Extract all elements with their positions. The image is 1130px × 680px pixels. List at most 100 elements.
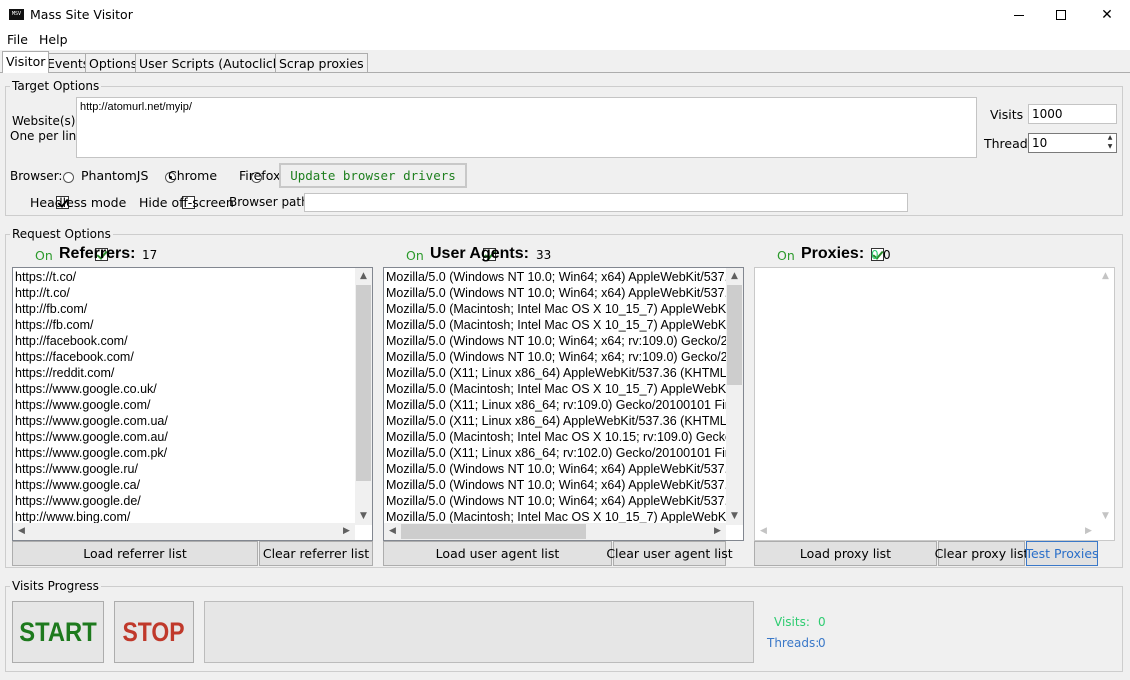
list-item[interactable]: Mozilla/5.0 (X11; Linux x86_64; rv:109.0… — [384, 397, 726, 413]
list-item[interactable]: Mozilla/5.0 (Macintosh; Intel Mac OS X 1… — [384, 301, 726, 317]
list-item[interactable]: http://facebook.com/ — [13, 333, 372, 349]
scroll-up-icon[interactable]: ▲ — [355, 268, 372, 285]
test-proxies-button[interactable]: Test Proxies — [1025, 541, 1099, 566]
referrers-hscrollbar[interactable]: ◀ ▶ — [13, 523, 355, 540]
spin-up-icon[interactable]: ▲ — [1104, 134, 1116, 143]
start-label: START — [19, 616, 97, 647]
minimize-button[interactable] — [996, 0, 1042, 30]
clear-proxy-list-button[interactable]: Clear proxy list — [935, 541, 1028, 566]
list-item[interactable]: Mozilla/5.0 (Windows NT 10.0; Win64; x64… — [384, 461, 726, 477]
start-button[interactable]: START — [12, 601, 104, 663]
list-item[interactable]: http://t.co/ — [13, 285, 372, 301]
browser-path-input[interactable] — [304, 193, 908, 212]
scroll-down-icon[interactable]: ▼ — [355, 508, 372, 525]
menu-file[interactable]: File — [7, 32, 28, 47]
list-item[interactable]: Mozilla/5.0 (Windows NT 10.0; Win64; x64… — [384, 493, 726, 509]
threads-spin-buttons[interactable]: ▲ ▼ — [1104, 134, 1116, 152]
list-item[interactable]: Mozilla/5.0 (Macintosh; Intel Mac OS X 1… — [384, 317, 726, 333]
scroll-right-icon[interactable]: ▶ — [338, 523, 355, 540]
referrers-on-label: On — [35, 248, 53, 263]
tab-options[interactable]: Options — [85, 53, 142, 73]
referrers-list[interactable]: https://t.co/http://t.co/http://fb.com/h… — [12, 267, 373, 541]
user-agents-hscrollbar[interactable]: ◀ ▶ — [384, 523, 726, 540]
list-item[interactable]: https://www.google.de/ — [13, 493, 372, 509]
scroll-up-icon[interactable]: ▲ — [726, 268, 743, 285]
scroll-left-icon[interactable]: ◀ — [384, 523, 401, 540]
user-agents-count: 33 — [536, 248, 552, 262]
scroll-right-icon[interactable]: ▶ — [709, 523, 726, 540]
user-agents-vscrollbar[interactable]: ▲ ▼ — [726, 268, 743, 525]
menu-help[interactable]: Help — [39, 32, 68, 47]
proxies-hscrollbar[interactable]: ◀ ▶ — [755, 523, 1097, 540]
update-drivers-button[interactable]: Update browser drivers — [279, 163, 467, 188]
stop-label: STOP — [122, 616, 186, 647]
list-item[interactable]: Mozilla/5.0 (Macintosh; Intel Mac OS X 1… — [384, 429, 726, 445]
scroll-thumb[interactable] — [727, 285, 742, 385]
target-options-label: Target Options — [10, 79, 102, 93]
list-item[interactable]: https://www.google.co.uk/ — [13, 381, 372, 397]
threads-label: Threads — [984, 136, 1035, 151]
visits-stat-label: Visits: — [774, 615, 810, 629]
minimize-icon — [1014, 14, 1024, 16]
maximize-button[interactable] — [1038, 0, 1084, 30]
hscroll-thumb[interactable] — [401, 524, 586, 539]
list-item[interactable]: Mozilla/5.0 (Windows NT 10.0; Win64; x64… — [384, 349, 726, 365]
scroll-thumb[interactable] — [356, 285, 371, 481]
proxies-vscrollbar[interactable]: ▲ ▼ — [1097, 268, 1114, 525]
list-item[interactable]: Mozilla/5.0 (Macintosh; Intel Mac OS X 1… — [384, 381, 726, 397]
list-item[interactable]: Mozilla/5.0 (Windows NT 10.0; Win64; x64… — [384, 285, 726, 301]
tab-scrap-proxies[interactable]: Scrap proxies — [275, 53, 368, 73]
list-item[interactable]: Mozilla/5.0 (Windows NT 10.0; Win64; x64… — [384, 269, 726, 285]
spin-down-icon[interactable]: ▼ — [1104, 143, 1116, 152]
close-button[interactable]: ✕ — [1084, 0, 1130, 30]
list-item[interactable]: Mozilla/5.0 (X11; Linux x86_64) AppleWeb… — [384, 413, 726, 429]
clear-user-agent-list-button[interactable]: Clear user agent list — [606, 541, 733, 566]
scroll-right-icon[interactable]: ▶ — [1080, 523, 1097, 540]
list-item[interactable]: https://reddit.com/ — [13, 365, 372, 381]
threads-stat-label: Threads: — [767, 636, 820, 650]
close-icon: ✕ — [1101, 7, 1113, 23]
list-item[interactable]: Mozilla/5.0 (X11; Linux x86_64; rv:102.0… — [384, 445, 726, 461]
progress-bar — [204, 601, 754, 663]
stop-button[interactable]: STOP — [114, 601, 194, 663]
list-item[interactable]: https://www.google.com.pk/ — [13, 445, 372, 461]
user-agents-title: User Agents: — [430, 245, 529, 262]
list-item[interactable]: https://www.google.com.ua/ — [13, 413, 372, 429]
load-user-agent-list-button[interactable]: Load user agent list — [383, 541, 612, 566]
radio-chrome-label: Chrome — [168, 168, 218, 183]
visits-label: Visits — [990, 107, 1024, 122]
list-item[interactable]: https://facebook.com/ — [13, 349, 372, 365]
proxies-list[interactable]: ▲ ▼ ◀ ▶ — [754, 267, 1115, 541]
list-item[interactable]: https://t.co/ — [13, 269, 372, 285]
scroll-left-icon[interactable]: ◀ — [755, 523, 772, 540]
app-icon: MSV — [9, 9, 24, 20]
list-item[interactable]: http://fb.com/ — [13, 301, 372, 317]
load-referrer-list-button[interactable]: Load referrer list — [12, 541, 258, 566]
list-item[interactable]: Mozilla/5.0 (Windows NT 10.0; Win64; x64… — [384, 333, 726, 349]
list-item[interactable]: https://www.google.com.au/ — [13, 429, 372, 445]
referrers-count: 17 — [142, 248, 158, 262]
proxies-working-count: 0 — [871, 248, 879, 262]
browser-label: Browser: — [10, 169, 63, 183]
list-item[interactable]: Mozilla/5.0 (X11; Linux x86_64) AppleWeb… — [384, 365, 726, 381]
scroll-down-icon[interactable]: ▼ — [1097, 508, 1114, 525]
proxies-title: Proxies: — [801, 245, 865, 262]
tab-visitor[interactable]: Visitor — [2, 51, 50, 73]
radio-phantomjs[interactable] — [63, 172, 74, 183]
scroll-down-icon[interactable]: ▼ — [726, 508, 743, 525]
list-item[interactable]: https://www.google.ru/ — [13, 461, 372, 477]
list-item[interactable]: Mozilla/5.0 (Windows NT 10.0; Win64; x64… — [384, 477, 726, 493]
list-item[interactable]: https://www.google.ca/ — [13, 477, 372, 493]
scroll-left-icon[interactable]: ◀ — [13, 523, 30, 540]
user-agents-list[interactable]: Mozilla/5.0 (Windows NT 10.0; Win64; x64… — [383, 267, 744, 541]
websites-textarea[interactable]: http://atomurl.net/myip/ — [76, 97, 977, 158]
list-item[interactable]: https://www.google.com/ — [13, 397, 372, 413]
clear-referrer-list-button[interactable]: Clear referrer list — [259, 541, 373, 566]
load-proxy-list-button[interactable]: Load proxy list — [754, 541, 937, 566]
threads-stepper[interactable]: 10 ▲ ▼ — [1028, 133, 1117, 153]
list-item[interactable]: https://fb.com/ — [13, 317, 372, 333]
visits-input[interactable]: 1000 — [1028, 104, 1117, 124]
title-bar — [0, 0, 1130, 30]
scroll-up-icon[interactable]: ▲ — [1097, 268, 1114, 285]
referrers-vscrollbar[interactable]: ▲ ▼ — [355, 268, 372, 525]
